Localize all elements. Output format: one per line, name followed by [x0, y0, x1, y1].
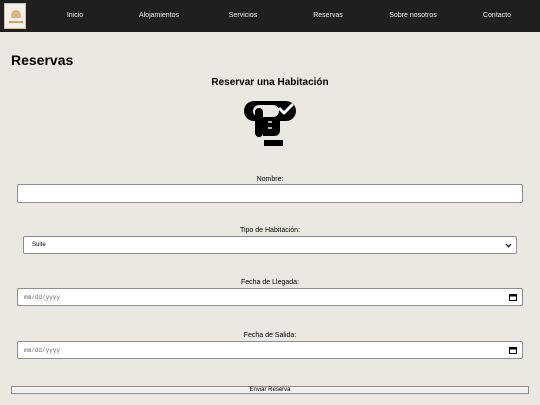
room-type-label: Tipo de Habitación:: [239, 227, 301, 234]
departure-label: Fecha de Salida:: [243, 332, 297, 339]
nav-link-alojamientos[interactable]: Alojamientos: [139, 0, 179, 32]
departure-date-placeholder: mm/dd/yyyy: [24, 347, 61, 354]
page-title: Reservas: [11, 52, 74, 68]
calendar-icon[interactable]: [509, 293, 517, 301]
nav-link-sobre-nosotros[interactable]: Sobre nosotros: [389, 0, 436, 32]
arrival-date-input[interactable]: mm/dd/yyyy: [17, 288, 523, 306]
name-label: Nombre:: [256, 176, 284, 183]
section-title: Reservar una Habitación: [211, 77, 329, 88]
arrival-date-placeholder: mm/dd/yyyy: [24, 294, 61, 301]
hotel-logo-icon[interactable]: [4, 3, 26, 29]
nav-link-reservas[interactable]: Reservas: [313, 0, 343, 32]
nav-link-inicio[interactable]: Inicio: [67, 0, 83, 32]
arrival-label: Fecha de Llegada:: [241, 279, 299, 286]
navbar: Inicio Alojamientos Servicios Reservas S…: [0, 0, 540, 32]
nav-link-servicios[interactable]: Servicios: [229, 0, 257, 32]
name-input[interactable]: [17, 184, 523, 203]
departure-date-input[interactable]: mm/dd/yyyy: [17, 341, 523, 359]
room-type-select[interactable]: Suite: [23, 236, 517, 254]
hand-check-icon: [244, 101, 296, 146]
chevron-down-icon: [505, 243, 512, 248]
room-type-value: Suite: [32, 242, 46, 248]
submit-reservation-button[interactable]: Enviar Reserva: [11, 386, 529, 394]
calendar-icon[interactable]: [509, 346, 517, 354]
nav-link-contacto[interactable]: Contacto: [483, 0, 511, 32]
